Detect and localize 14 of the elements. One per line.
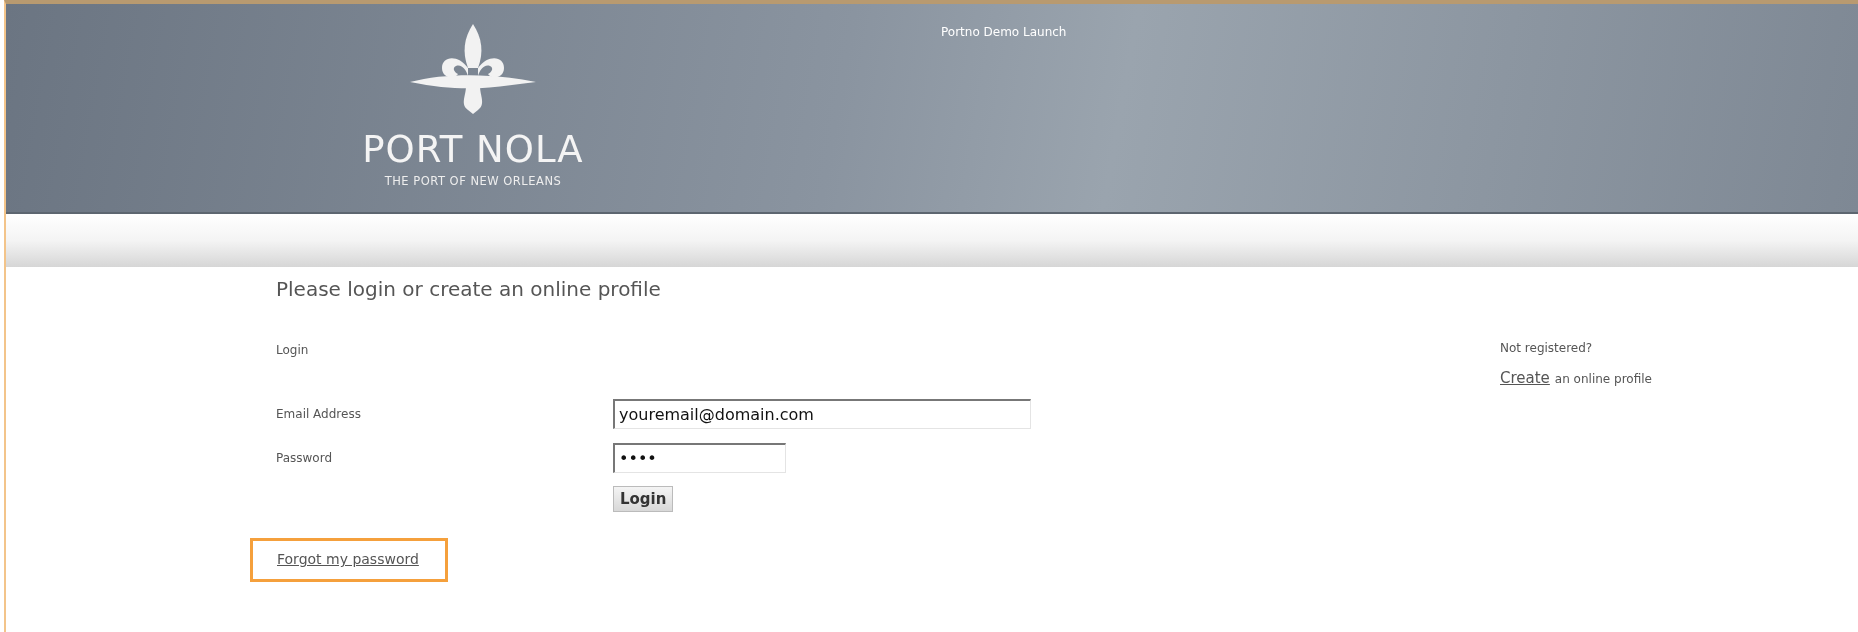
login-button[interactable]: Login — [613, 486, 674, 512]
section-label: Login — [276, 343, 310, 357]
logo-tagline: THE PORT OF NEW ORLEANS — [384, 174, 562, 188]
field-label: Email Address — [276, 407, 362, 421]
field-label: Password — [276, 451, 334, 465]
input-field[interactable]: youremail@domain.com — [613, 399, 1031, 429]
create-profile-text: an online profile — [1554, 372, 1652, 386]
input-field[interactable]: •••• — [613, 443, 786, 473]
create-link[interactable]: Create — [1500, 369, 1550, 387]
site-title: Portno Demo Launch — [941, 25, 1067, 41]
forgot-password-link[interactable]: Forgot my password — [250, 538, 448, 582]
page-heading: Please login or create an online profile — [276, 277, 662, 301]
not-registered-text: Not registered? — [1500, 341, 1594, 355]
logo-name: PORT NOLA — [362, 130, 584, 170]
